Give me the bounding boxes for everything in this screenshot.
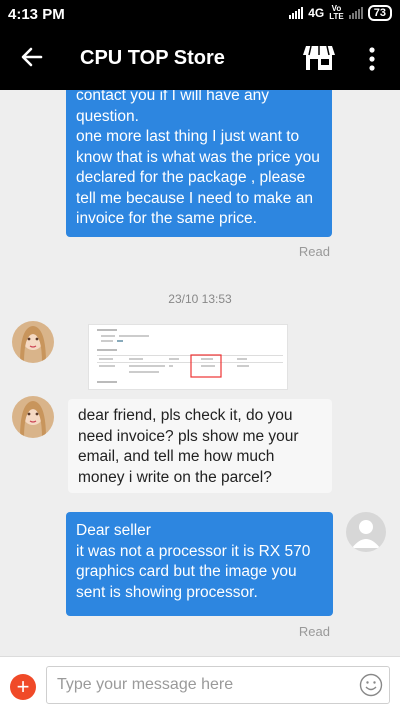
message-composer: + Type your message here [0, 656, 400, 712]
signal-2-icon [348, 7, 363, 19]
store-icon[interactable] [303, 44, 335, 72]
status-bar: 4:13 PM 4G Vo LTE 73 [0, 0, 400, 28]
outgoing-message[interactable]: Dear seller it was not a processor it is… [66, 512, 333, 616]
message-timestamp: 23/10 13:53 [168, 292, 232, 306]
user-avatar[interactable] [346, 512, 386, 552]
page-title: CPU TOP Store [80, 47, 225, 69]
status-time: 4:13 PM [8, 6, 65, 23]
message-input[interactable]: Type your message here [46, 666, 390, 704]
chat-area[interactable]: contact you if I will have any question.… [0, 90, 400, 656]
signal-icon [289, 7, 304, 19]
arrow-left-icon[interactable] [20, 45, 44, 69]
more-vertical-icon[interactable] [366, 46, 378, 72]
read-status: Read [298, 624, 330, 639]
volte-indicator: Vo LTE [329, 4, 344, 21]
smiley-icon[interactable] [359, 673, 383, 697]
battery-indicator: 73 [367, 5, 392, 21]
outgoing-message[interactable]: contact you if I will have any question.… [66, 90, 332, 237]
app-bar: CPU TOP Store [0, 28, 400, 90]
seller-avatar[interactable] [12, 321, 54, 363]
message-placeholder: Type your message here [57, 676, 234, 693]
read-status: Read [298, 244, 330, 259]
seller-avatar[interactable] [12, 396, 54, 438]
incoming-message[interactable]: dear friend, pls check it, do you need i… [68, 399, 332, 493]
image-attachment[interactable] [88, 324, 288, 390]
network-type: 4G [308, 6, 325, 20]
status-icons: 4G Vo LTE 73 [289, 5, 392, 21]
plus-icon[interactable]: + [10, 674, 36, 700]
